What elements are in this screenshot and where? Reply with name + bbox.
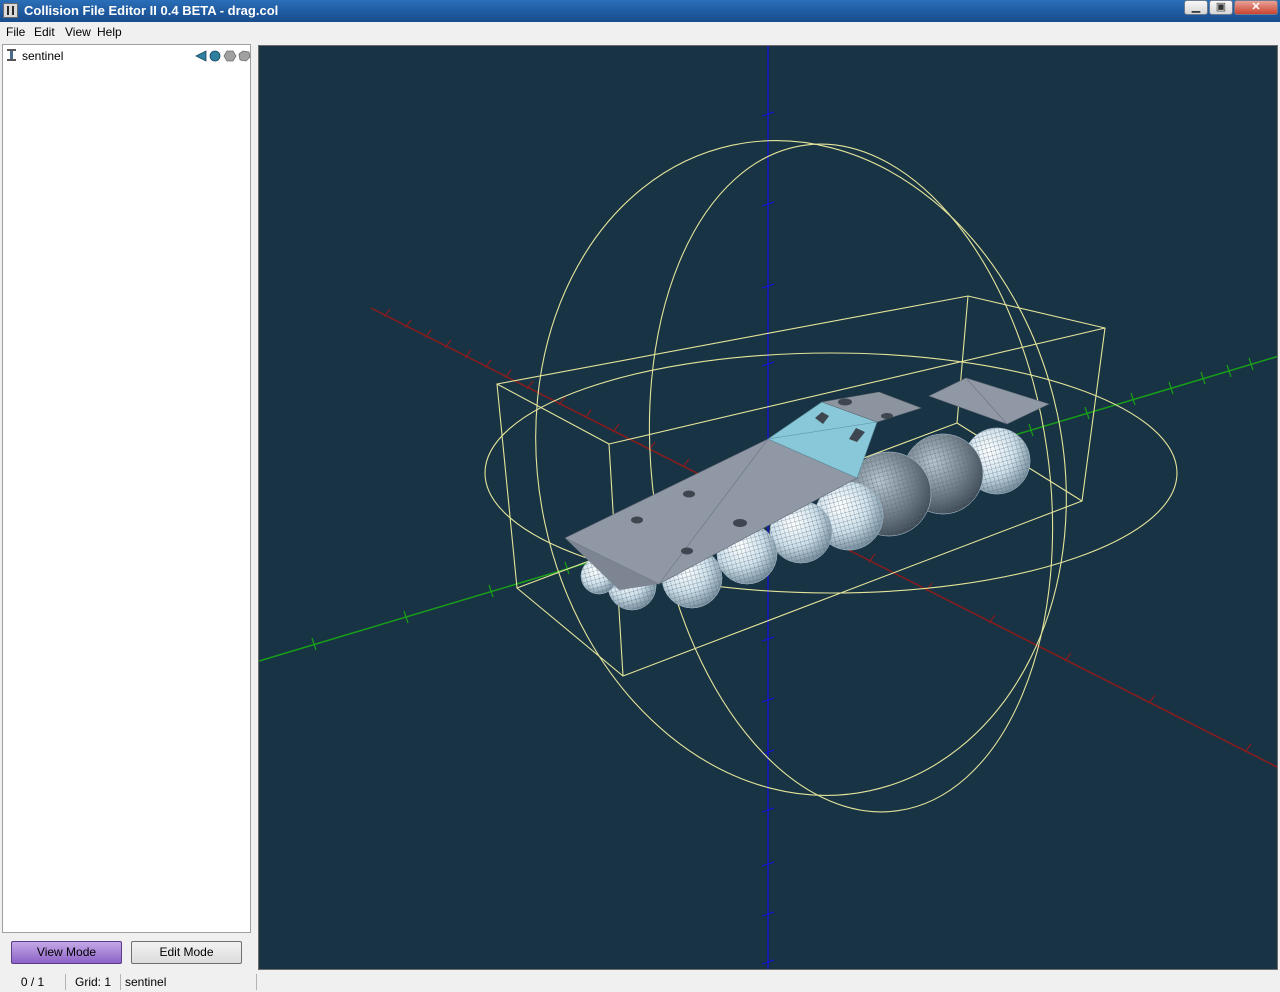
window-controls: ▁ ▣ ✕: [1183, 0, 1278, 18]
menu-edit[interactable]: Edit: [31, 25, 58, 39]
3d-viewport[interactable]: [258, 45, 1278, 970]
tree-item-sentinel[interactable]: sentinel: [7, 48, 251, 64]
menu-help[interactable]: Help: [94, 25, 125, 39]
status-grid: Grid: 1: [66, 974, 121, 990]
view-mode-button[interactable]: View Mode: [11, 941, 122, 964]
status-model: sentinel: [121, 974, 257, 990]
menu-bar: File Edit View Help: [0, 22, 1280, 42]
window-title: Collision File Editor II 0.4 BETA - drag…: [24, 3, 279, 18]
status-bar: 0 / 1 Grid: 1 sentinel: [0, 972, 1280, 992]
sphere-icon: [209, 50, 221, 62]
box-icon: [223, 50, 237, 62]
model-tree[interactable]: sentinel: [2, 44, 251, 933]
menu-file[interactable]: File: [3, 25, 28, 39]
maximize-button[interactable]: ▣: [1209, 0, 1233, 15]
collision-face: [928, 377, 1050, 425]
title-bar: Collision File Editor II 0.4 BETA - drag…: [0, 0, 1280, 22]
menu-view[interactable]: View: [62, 25, 94, 39]
edit-mode-button[interactable]: Edit Mode: [131, 941, 242, 964]
tree-item-label: sentinel: [22, 49, 64, 63]
status-selection: 0 / 1: [0, 974, 66, 990]
model-icon: [7, 49, 16, 61]
shape-type-icons: [195, 50, 251, 62]
mesh-icon: [238, 50, 251, 62]
app-icon[interactable]: [3, 3, 18, 18]
minimize-button[interactable]: ▁: [1184, 0, 1208, 15]
face-group-icon: [195, 50, 207, 62]
close-button[interactable]: ✕: [1234, 0, 1278, 15]
scene-canvas[interactable]: [259, 46, 1278, 970]
